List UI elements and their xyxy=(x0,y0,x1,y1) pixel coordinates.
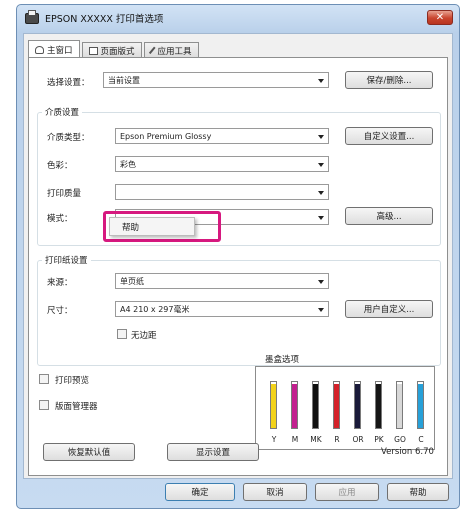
ink-level-fill xyxy=(397,384,402,428)
ink-cartridge-bar xyxy=(354,381,361,429)
ink-level-fill xyxy=(313,384,318,428)
media-type-label: 介质类型： xyxy=(47,133,90,143)
ink-cartridge-label: R xyxy=(334,435,340,444)
save-delete-button[interactable]: 保存/删除... xyxy=(345,71,433,89)
close-button[interactable]: ✕ xyxy=(427,10,453,25)
color-label: 色彩： xyxy=(47,161,73,171)
ink-cartridge-bar xyxy=(270,381,277,429)
apply-button[interactable]: 应用 xyxy=(315,483,379,501)
ink-cartridge-label: OR xyxy=(352,435,364,444)
chevron-down-icon xyxy=(318,79,324,83)
ink-levels-panel: Y M MK R OR PK GO C xyxy=(255,366,435,450)
chevron-down-icon xyxy=(318,308,324,312)
help-menu-item[interactable]: 帮助 xyxy=(109,217,195,236)
print-quality-dropdown[interactable] xyxy=(115,184,329,200)
ok-button[interactable]: 确定 xyxy=(165,483,235,501)
mode-label: 模式： xyxy=(47,214,73,224)
source-dropdown[interactable]: 单页纸 xyxy=(115,273,329,289)
layout-manager-checkbox[interactable] xyxy=(39,400,49,410)
user-defined-button[interactable]: 用户自定义... xyxy=(345,300,433,318)
select-setting-dropdown[interactable]: 当前设置 xyxy=(103,72,329,88)
paper-settings-title: 打印纸设置 xyxy=(42,254,91,266)
help-button[interactable]: 帮助 xyxy=(387,483,449,501)
print-quality-label: 打印质量 xyxy=(47,189,82,199)
borderless-checkbox[interactable] xyxy=(117,329,127,339)
tab-main-label: 主窗口 xyxy=(47,46,73,56)
color-dropdown[interactable]: 彩色 xyxy=(115,156,329,172)
chevron-down-icon xyxy=(318,191,324,195)
chevron-down-icon xyxy=(318,280,324,284)
chevron-down-icon xyxy=(318,216,324,220)
ink-cartridge-bar xyxy=(312,381,319,429)
chevron-down-icon xyxy=(318,135,324,139)
tab-utility[interactable]: 应用工具 xyxy=(143,42,199,58)
ink-cartridge-label: C xyxy=(418,435,424,444)
advanced-button[interactable]: 高级... xyxy=(345,207,433,225)
version-label: Version 6.70 xyxy=(381,447,434,457)
ink-level-fill xyxy=(271,384,276,428)
size-dropdown[interactable]: A4 210 x 297毫米 xyxy=(115,301,329,317)
ink-cartridge-bar xyxy=(291,381,298,429)
ink-level-fill xyxy=(292,384,297,428)
cancel-button[interactable]: 取消 xyxy=(243,483,307,501)
utility-tools-icon xyxy=(148,46,157,55)
ink-cartridge-bar xyxy=(333,381,340,429)
page-layout-icon xyxy=(88,46,98,55)
main-tab-icon xyxy=(35,46,44,54)
printer-icon xyxy=(25,9,39,24)
ink-options-title: 墨盒选项 xyxy=(265,355,300,365)
ink-cartridge-label: PK xyxy=(374,435,384,444)
print-preview-label: 打印预览 xyxy=(55,376,90,386)
show-settings-button[interactable]: 显示设置 xyxy=(167,443,259,461)
color-value: 彩色 xyxy=(120,159,136,169)
ink-cartridge-label: GO xyxy=(394,435,406,444)
dialog-body: 主窗口 页面版式 应用工具 选择设置： 当前设置 保存/删除... 介质设置 介… xyxy=(23,33,453,479)
ink-cartridge-label: Y xyxy=(271,435,277,444)
ink-cartridge-bar xyxy=(396,381,403,429)
ink-level-fill xyxy=(334,384,339,428)
media-type-dropdown[interactable]: Epson Premium Glossy xyxy=(115,128,329,144)
tab-page-layout[interactable]: 页面版式 xyxy=(81,42,142,58)
media-type-value: Epson Premium Glossy xyxy=(120,131,212,141)
size-value: A4 210 x 297毫米 xyxy=(120,304,190,314)
tab-utility-label: 应用工具 xyxy=(157,46,192,57)
ink-cartridge-label: MK xyxy=(310,435,322,444)
borderless-label: 无边距 xyxy=(131,331,157,341)
restore-defaults-button[interactable]: 恢复默认值 xyxy=(43,443,135,461)
ink-cartridge-label: M xyxy=(291,435,299,444)
printer-preferences-window: EPSON XXXXX 打印首选项 ✕ 主窗口 页面版式 应用工具 选择设置： … xyxy=(16,4,460,509)
ink-level-fill xyxy=(376,384,381,428)
tab-bar: 主窗口 页面版式 应用工具 xyxy=(28,38,201,59)
tab-page-layout-label: 页面版式 xyxy=(100,46,135,57)
title-bar[interactable]: EPSON XXXXX 打印首选项 ✕ xyxy=(17,5,459,31)
select-setting-label: 选择设置： xyxy=(47,78,90,88)
ink-cartridge-bar xyxy=(375,381,382,429)
ink-level-fill xyxy=(355,384,360,428)
ink-cartridge-bar xyxy=(417,381,424,429)
source-label: 来源： xyxy=(47,278,73,288)
select-setting-value: 当前设置 xyxy=(108,75,140,85)
help-popup-highlight: 帮助 xyxy=(103,211,221,242)
ink-level-fill xyxy=(418,384,423,428)
source-value: 单页纸 xyxy=(120,276,144,286)
media-settings-title: 介质设置 xyxy=(42,106,83,118)
size-label: 尺寸： xyxy=(47,306,73,316)
print-preview-checkbox[interactable] xyxy=(39,374,49,384)
layout-manager-label: 版面管理器 xyxy=(55,402,98,412)
chevron-down-icon xyxy=(318,163,324,167)
window-title: EPSON XXXXX 打印首选项 xyxy=(45,14,164,25)
custom-settings-button[interactable]: 自定义设置... xyxy=(345,127,433,145)
main-panel: 选择设置： 当前设置 保存/删除... 介质设置 介质类型： Epson Pre… xyxy=(28,57,448,476)
